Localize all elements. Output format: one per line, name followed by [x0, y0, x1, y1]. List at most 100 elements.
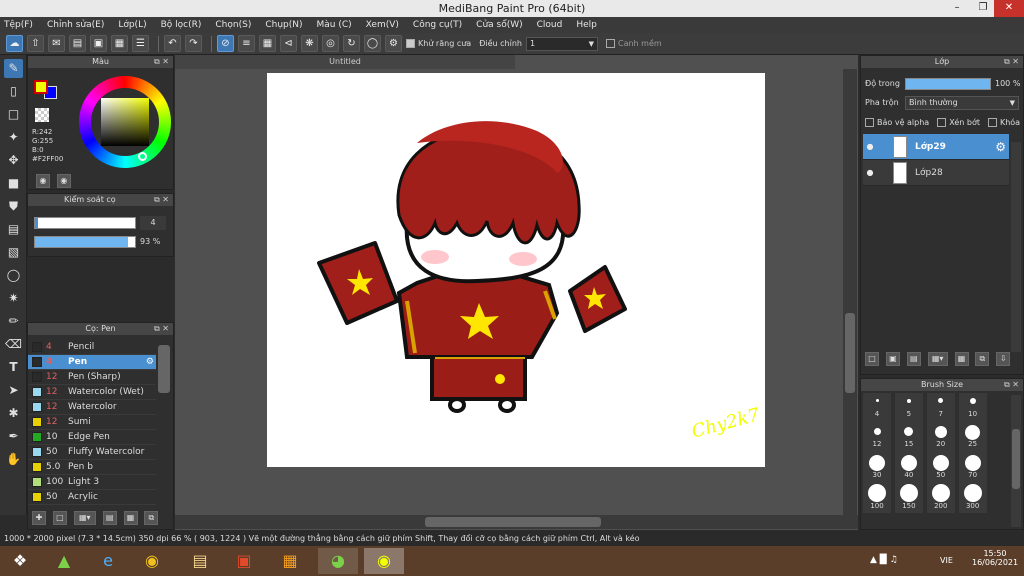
brush-size-preset[interactable]: 15	[894, 423, 923, 453]
brush-item-edge-pen[interactable]: 10 Edge Pen	[28, 430, 156, 445]
select-pen-tool-icon[interactable]: ✏	[4, 312, 23, 331]
brush-size-preset[interactable]: 300	[958, 483, 987, 513]
comment-icon[interactable]: ✉	[48, 35, 65, 52]
menu-color[interactable]: Màu (C)	[317, 20, 352, 30]
brush-size-preset[interactable]: 70	[958, 453, 987, 483]
layer-item-28[interactable]: ● Lớp28	[863, 160, 1009, 186]
visibility-icon[interactable]: ●	[863, 168, 877, 177]
eyedropper-tool-icon[interactable]: ✒	[4, 427, 23, 446]
brush-size-scroll-thumb[interactable]	[1012, 429, 1020, 489]
brush-item-light-3[interactable]: 100 Light 3	[28, 475, 156, 490]
parallel-snap-icon[interactable]: ≡	[238, 35, 255, 52]
cloud-icon[interactable]: ☁	[6, 35, 23, 52]
canvas-vertical-scrollbar[interactable]	[843, 69, 857, 515]
medibang-taskbar-icon[interactable]: ◉	[364, 548, 404, 574]
text-tool-icon[interactable]: T	[4, 358, 23, 377]
rectangle-tool-icon[interactable]: □	[4, 105, 23, 124]
brush-size-preset[interactable]: 10	[958, 393, 987, 423]
language-indicator[interactable]: VIE	[940, 556, 953, 565]
menu-edit[interactable]: Chỉnh sửa(E)	[47, 20, 104, 30]
redo-icon[interactable]: ↷	[185, 35, 202, 52]
restore-icon[interactable]: ❐	[970, 0, 996, 17]
folder-icon[interactable]: ▦	[123, 511, 138, 525]
settings-icon[interactable]: ⚙	[385, 35, 402, 52]
undo-icon[interactable]: ↶	[164, 35, 181, 52]
canvas-horizontal-scrollbar[interactable]	[175, 515, 858, 529]
new-halftone-layer-icon[interactable]: ▣	[885, 352, 900, 366]
panel-controls-icon[interactable]: ⧉ ✕	[1004, 379, 1019, 391]
bluestacks-icon[interactable]: ▲	[44, 548, 84, 574]
merge-down-icon[interactable]: ⇩	[996, 352, 1011, 366]
adjust-select[interactable]: 1 ▼	[525, 36, 598, 51]
brush-size-preset[interactable]: 40	[894, 453, 923, 483]
blur-tool-icon[interactable]: ✱	[4, 404, 23, 423]
menu-window[interactable]: Cửa sổ(W)	[476, 20, 522, 30]
share-icon[interactable]: ⇧	[27, 35, 44, 52]
gear-icon[interactable]: ⚙	[146, 357, 154, 367]
radial-snap-icon[interactable]: ⊲	[280, 35, 297, 52]
menu-cloud[interactable]: Cloud	[537, 20, 563, 30]
clock[interactable]: 15:50 16/06/2021	[972, 549, 1018, 567]
windows-start-icon[interactable]: ❖	[0, 548, 40, 574]
move-tool-icon[interactable]: ✥	[4, 151, 23, 170]
menu-layer[interactable]: Lớp(L)	[118, 20, 146, 30]
file-explorer-icon[interactable]: ▤	[180, 548, 220, 574]
app-icon[interactable]: ◕	[318, 548, 358, 574]
brush-item-watercolor-wet[interactable]: 12 Watercolor (Wet)	[28, 385, 156, 400]
panel-controls-icon[interactable]: ⧉ ✕	[154, 194, 169, 206]
eraser-tool-icon[interactable]: ▯	[4, 82, 23, 101]
brush-size-preset[interactable]: 150	[894, 483, 923, 513]
store-icon[interactable]: ▦	[270, 548, 310, 574]
layer-item-29[interactable]: ● Lớp29 ⚙	[863, 134, 1009, 160]
panel-controls-icon[interactable]: ⧉ ✕	[154, 323, 169, 335]
radial-line-icon[interactable]: ❋	[301, 35, 318, 52]
brush-size-preset[interactable]: 30	[863, 453, 891, 483]
panel-controls-icon[interactable]: ⧉ ✕	[154, 56, 169, 68]
operation-tool-icon[interactable]: ➤	[4, 381, 23, 400]
vertical-scroll-thumb[interactable]	[845, 313, 855, 393]
brush-item-acrylic[interactable]: 50 Acrylic	[28, 490, 156, 505]
gear-icon[interactable]: ⚙	[995, 140, 1006, 154]
chrome-icon[interactable]: ◉	[132, 548, 172, 574]
color-palette-icon[interactable]: ◉	[56, 174, 71, 188]
brush-item-sumi[interactable]: 12 Sumi	[28, 415, 156, 430]
antialias-checkbox[interactable]	[406, 39, 415, 48]
canvas-tab[interactable]: Untitled	[175, 55, 515, 69]
transparent-color-swatch[interactable]	[35, 108, 49, 122]
new-8bit-layer-icon[interactable]: ▤	[906, 352, 921, 366]
close-icon[interactable]: ✕	[994, 0, 1024, 17]
menu-capture[interactable]: Chụp(N)	[265, 20, 302, 30]
select-rect-tool-icon[interactable]: ▧	[4, 243, 23, 262]
copy-brush-icon[interactable]: ⧉	[144, 511, 159, 525]
brush-item-pencil[interactable]: 4 Pencil	[28, 340, 156, 355]
panel-controls-icon[interactable]: ⧉ ✕	[1004, 56, 1019, 68]
lock-checkbox[interactable]	[987, 118, 997, 127]
brush-item-pen[interactable]: 4 Pen ⚙	[28, 355, 156, 370]
layer-menu-icon[interactable]: ▦▾	[927, 352, 948, 366]
brush-item-watercolor[interactable]: 12 Watercolor	[28, 400, 156, 415]
brush-import-icon[interactable]: ▤	[102, 511, 117, 525]
brush-size-preset[interactable]: 12	[863, 423, 891, 453]
brush-size-preset[interactable]: 20	[926, 423, 955, 453]
menu-help[interactable]: Help	[576, 20, 597, 30]
visibility-icon[interactable]: ●	[863, 142, 877, 151]
select-eraser-tool-icon[interactable]: ⌫	[4, 335, 23, 354]
new-layer-icon[interactable]: □	[865, 352, 879, 366]
hue-picker-handle[interactable]	[138, 152, 147, 161]
menu-filter[interactable]: Bộ lọc(R)	[161, 20, 202, 30]
brush-opacity-slider[interactable]	[34, 236, 136, 248]
primary-color-swatch[interactable]	[34, 80, 48, 94]
horizontal-scroll-thumb[interactable]	[425, 517, 601, 527]
internet-explorer-icon[interactable]: e	[88, 548, 128, 574]
new-brush-icon[interactable]: □	[52, 511, 67, 525]
brush-size-preset[interactable]: 5	[894, 393, 923, 423]
layer-opacity-slider[interactable]	[905, 78, 991, 90]
brush-item-pen-b[interactable]: 5.0 Pen b	[28, 460, 156, 475]
palette-icon[interactable]: ◉	[36, 174, 50, 188]
add-brush-icon[interactable]: ✚	[32, 511, 46, 525]
magic-wand-tool-icon[interactable]: ✷	[4, 289, 23, 308]
menu-select[interactable]: Chọn(S)	[215, 20, 251, 30]
system-tray-icons[interactable]: ▲ █ ♫	[870, 555, 898, 565]
bucket-tool-icon[interactable]: ⛊	[4, 197, 23, 216]
brush-menu-icon[interactable]: ▦▾	[73, 511, 96, 525]
